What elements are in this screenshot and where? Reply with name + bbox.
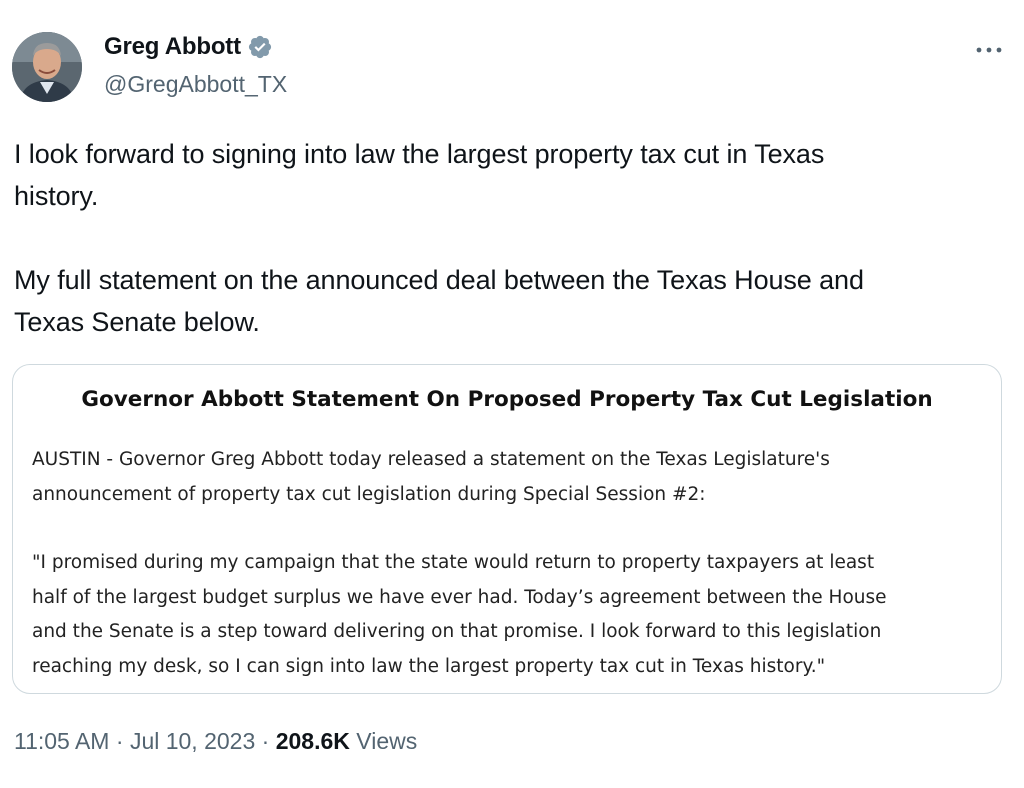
tweet-date[interactable]: Jul 10, 2023: [130, 728, 255, 754]
tweet-meta: 11:05 AM · Jul 10, 2023 · 208.6K Views: [14, 728, 417, 755]
views-count[interactable]: 208.6K: [276, 728, 350, 754]
tweet: Greg Abbott @GregAbbott_TX I look forwar…: [0, 0, 1024, 788]
statement-line: "I promised during my campaign that the …: [32, 552, 875, 573]
statement-body: AUSTIN - Governor Greg Abbott today rele…: [32, 443, 992, 684]
statement-line: and the Senate is a step toward deliveri…: [32, 621, 882, 642]
meta-separator: ·: [115, 728, 124, 754]
statement-line: reaching my desk, so I can sign into law…: [32, 655, 826, 677]
tweet-text-line: I look forward to signing into law the l…: [14, 139, 825, 169]
statement-line: AUSTIN - Governor Greg Abbott today rele…: [32, 449, 830, 470]
views-label[interactable]: Views: [356, 728, 417, 754]
tweet-text: I look forward to signing into law the l…: [14, 133, 1004, 343]
author-name-row: Greg Abbott: [104, 33, 273, 61]
statement-line: announcement of property tax cut legisla…: [32, 483, 706, 505]
tweet-time[interactable]: 11:05 AM: [14, 728, 109, 754]
statement-line: half of the largest budget surplus we ha…: [32, 586, 887, 608]
author-display-name[interactable]: Greg Abbott: [104, 33, 241, 61]
statement-title: Governor Abbott Statement On Proposed Pr…: [81, 387, 933, 412]
profile-photo: [12, 32, 82, 102]
more-horizontal-icon[interactable]: [974, 40, 1004, 60]
verified-badge-icon[interactable]: [247, 34, 273, 60]
tweet-text-line: Texas Senate below.: [14, 307, 260, 337]
tweet-text-line: history.: [14, 181, 99, 211]
avatar[interactable]: [12, 32, 82, 102]
tweet-text-line: My full statement on the announced deal …: [14, 265, 864, 295]
meta-separator: ·: [261, 728, 270, 754]
statement-image-card[interactable]: Governor Abbott Statement On Proposed Pr…: [12, 364, 1002, 694]
author-handle[interactable]: @GregAbbott_TX: [104, 71, 287, 98]
